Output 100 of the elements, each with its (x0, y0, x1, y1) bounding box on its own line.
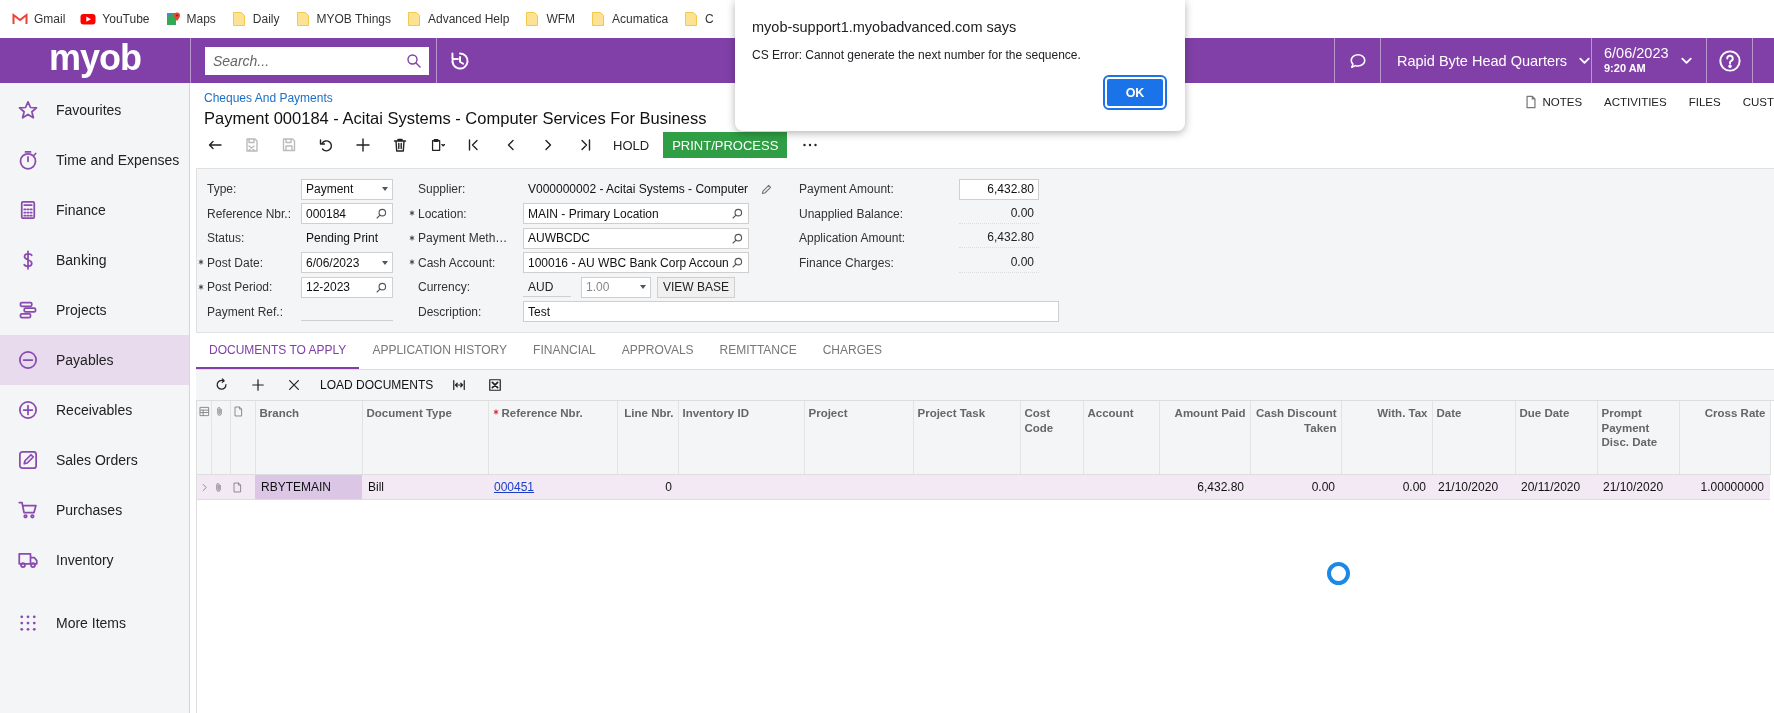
search-icon (731, 231, 744, 245)
chat-icon[interactable] (1348, 51, 1367, 70)
column-header[interactable]: Due Date (1519, 406, 1570, 421)
date-text: 6/06/2023 (1604, 46, 1669, 63)
tab[interactable]: APPLICATION HISTORY (359, 333, 521, 369)
table-cell: 0.00 (1311, 480, 1335, 494)
header-link[interactable]: FILES (1688, 95, 1721, 109)
bookmark-link[interactable]: Gmail (34, 11, 66, 27)
cart-icon (18, 500, 38, 520)
toolbar-button[interactable]: LOAD DOCUMENTS (312, 372, 442, 398)
pencil-icon[interactable] (760, 182, 773, 196)
lookup-field[interactable]: AUWBCDC (523, 227, 749, 249)
bookmark-link[interactable]: YouTube (102, 11, 150, 27)
stopwatch-icon (18, 150, 38, 170)
dropdown-field[interactable]: Payment (301, 178, 393, 200)
input-field[interactable]: 6,432.80 (959, 178, 1039, 200)
sidebar-item[interactable]: Favourites (0, 85, 189, 135)
table-cell: 21/10/2020 (1438, 480, 1499, 494)
sidebar-item[interactable]: Banking (0, 235, 189, 285)
bookmark-link[interactable]: MYOB Things (316, 11, 391, 27)
grid-dots-icon (18, 613, 38, 633)
column-header[interactable]: Inventory ID (682, 406, 749, 421)
search-icon (731, 256, 744, 270)
dropdown-field[interactable]: 6/06/2023 (301, 252, 393, 274)
bookmark-link[interactable]: Acumatica (612, 11, 669, 27)
search-icon (731, 207, 744, 221)
lookup-field[interactable]: MAIN - Primary Location (523, 203, 749, 225)
field-label: Payment Amount: (798, 182, 894, 197)
dialog-title: myob-support1.myobadvanced.com says (752, 18, 1018, 37)
logo: myob (49, 39, 141, 76)
column-header[interactable]: Account (1087, 406, 1134, 421)
header-link[interactable]: CUST (1742, 95, 1774, 109)
tab[interactable]: REMITTANCE (706, 333, 810, 369)
column-header[interactable]: Date (1436, 406, 1462, 421)
field-label: Description: (417, 304, 482, 319)
help-icon[interactable] (1718, 49, 1741, 72)
refresh-icon (215, 378, 229, 392)
ok-button[interactable]: OK (1105, 77, 1165, 108)
lookup-field[interactable]: 12-2023 (301, 276, 393, 298)
tab[interactable]: APPROVALS (608, 333, 707, 369)
add-icon (251, 378, 265, 392)
table-cell: RBYTEMAIN (261, 480, 331, 494)
sidebar-item[interactable]: More Items (0, 585, 189, 655)
column-header[interactable]: With. Tax (1377, 406, 1428, 421)
field-label: Payment Ref.: (206, 304, 284, 319)
add-icon (354, 137, 371, 153)
tab[interactable]: FINANCIAL (520, 333, 609, 369)
plus-circle-icon (18, 400, 38, 420)
sidebar-item[interactable]: Inventory (0, 535, 189, 585)
column-header[interactable]: Project (808, 406, 848, 421)
table-icon (199, 406, 210, 417)
bookmark-link[interactable]: Advanced Help (428, 11, 510, 27)
bookmark-link[interactable]: C (705, 11, 714, 27)
sidebar-item[interactable]: Projects (0, 285, 189, 335)
table-cell: 0.00 (1402, 480, 1426, 494)
input-field[interactable]: Test (523, 301, 1059, 323)
caret-icon (382, 260, 388, 265)
sidebar-item[interactable]: Sales Orders (0, 435, 189, 485)
column-header[interactable]: Amount Paid (1174, 406, 1246, 421)
search-field[interactable]: Search... (205, 46, 429, 75)
field-label: Unapplied Balance: (798, 206, 904, 221)
tab[interactable]: CHARGES (809, 333, 896, 369)
save-close-icon (243, 137, 260, 153)
page-title: Payment 000184 - Acitai Systems - Computer Services For Business (204, 108, 707, 129)
column-header[interactable]: Cross Rate (1704, 406, 1766, 421)
reference-link[interactable]: 000451 (494, 480, 535, 494)
bookmark-link[interactable]: Maps (186, 11, 216, 27)
calculator-icon (18, 200, 38, 220)
bookmark-link[interactable]: WFM (546, 11, 576, 27)
sidebar-item[interactable]: Payables (0, 335, 189, 385)
header-link[interactable]: ACTIVITIES (1604, 95, 1667, 109)
table-row[interactable]: RBYTEMAIN Bill 000451 0 6,432.80 0.00 0.00 21/10/2020 20/11/2020 21/10/2020 1.00000000 (197, 474, 1770, 500)
view-base-button[interactable]: VIEW BASE (657, 276, 736, 298)
close-icon (287, 378, 301, 392)
delete-icon (391, 137, 408, 153)
company-name[interactable]: Rapid Byte Head Quarters (1397, 52, 1568, 69)
column-header[interactable]: Branch (259, 406, 300, 421)
column-header[interactable]: Document Type (366, 406, 452, 421)
lookup-field[interactable]: 100016 - AU WBC Bank Corp Accoun (523, 252, 749, 274)
sidebar-item[interactable]: Time and Expenses (0, 135, 189, 185)
folder-icon (524, 11, 541, 27)
search-icon[interactable] (406, 52, 422, 69)
field-label: Finance Charges: (798, 255, 894, 270)
paperclip-icon[interactable] (213, 481, 224, 493)
field-label: Payment Meth… (408, 231, 508, 246)
document-icon[interactable] (232, 481, 243, 493)
sidebar-item[interactable]: Receivables (0, 385, 189, 435)
sidebar-item[interactable]: Finance (0, 185, 189, 235)
column-header[interactable]: Project Task (917, 406, 986, 421)
lookup-field[interactable]: 000184 (301, 203, 393, 225)
document-icon (1524, 95, 1539, 109)
history-icon[interactable] (448, 49, 471, 72)
breadcrumb-link[interactable]: Cheques And Payments (204, 91, 707, 106)
toolbar-button[interactable]: HOLD (603, 131, 660, 159)
header-link[interactable]: NOTES (1524, 95, 1583, 109)
column-header[interactable]: Line Nbr. (624, 406, 674, 421)
bookmark-link[interactable]: Daily (252, 11, 280, 27)
pencil-square-icon (18, 450, 38, 470)
sidebar-item[interactable]: Purchases (0, 485, 189, 535)
field-value: Pending Print (305, 231, 379, 246)
